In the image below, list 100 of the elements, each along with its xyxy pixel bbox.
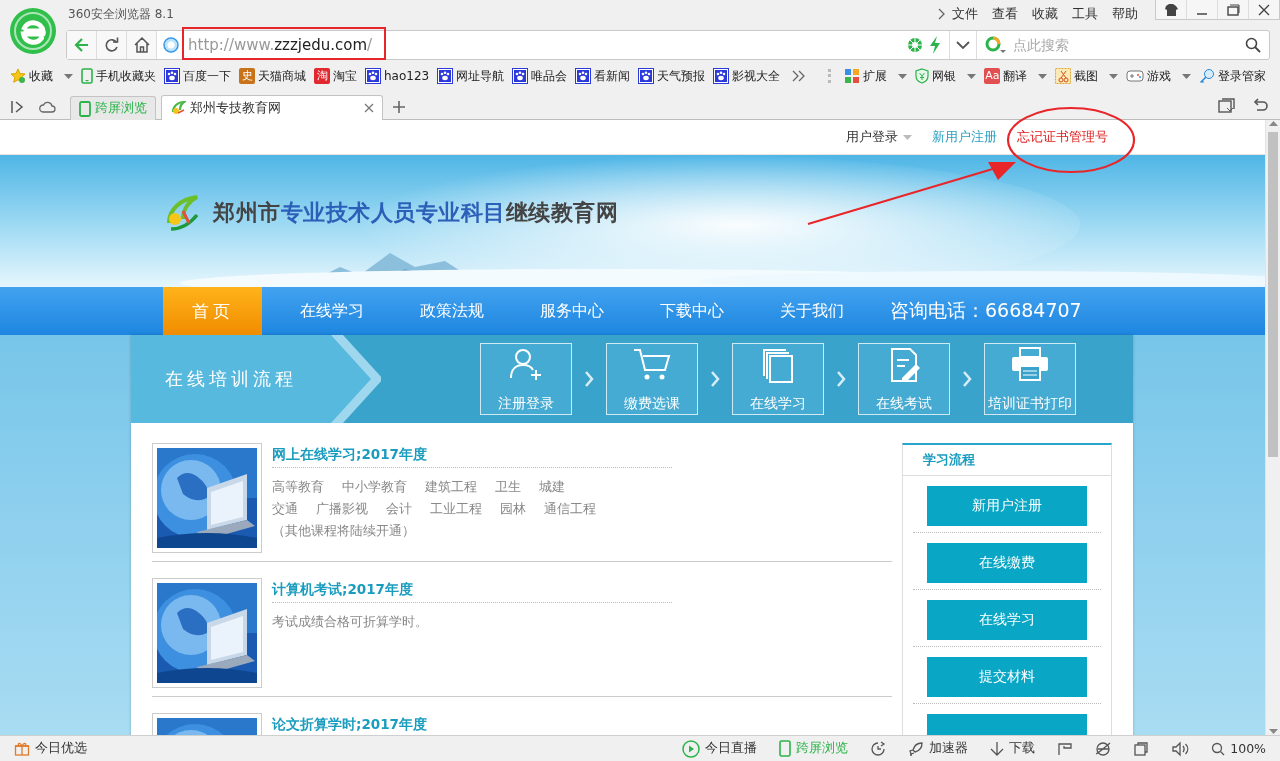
menu-item[interactable]: 帮助 (1105, 5, 1145, 23)
category-link[interactable]: 高等教育 (272, 476, 324, 498)
bookmark-link[interactable]: 手机收藏夹 (96, 67, 156, 85)
browser-engine-icon[interactable] (1095, 740, 1112, 757)
header-link[interactable]: 忘记证书管理号 (1017, 128, 1108, 146)
status-link[interactable]: 今日优选 (35, 740, 87, 757)
caret-icon[interactable] (1109, 73, 1119, 79)
speed-icon[interactable] (870, 740, 887, 757)
cloud-icon[interactable] (38, 100, 56, 114)
skin-icon[interactable] (1163, 2, 1179, 17)
status-button[interactable]: 跨屏浏览 (796, 740, 849, 757)
bookmark-link[interactable]: 收藏 (29, 67, 53, 85)
double-chevron-icon[interactable] (792, 70, 807, 82)
category-link[interactable]: 广播影视 (316, 498, 368, 520)
home-button[interactable] (127, 31, 157, 59)
sidebar-toggle-icon[interactable] (10, 100, 24, 114)
caret-icon[interactable] (1182, 73, 1192, 79)
toolbar-item[interactable]: 登录管家 (1218, 67, 1267, 85)
paw-icon (512, 68, 529, 84)
category-link[interactable]: 卫生 (495, 476, 521, 498)
window-icon[interactable] (1133, 740, 1150, 757)
sidebar-button[interactable]: 在线学习 (927, 600, 1087, 640)
article-title[interactable]: 计算机考试;2017年度 (272, 578, 672, 603)
shutter-icon[interactable] (907, 37, 923, 53)
flag-icon[interactable] (1057, 740, 1074, 757)
nav-link[interactable]: 下载中心 (632, 287, 752, 335)
menu-item[interactable]: 工具 (1065, 5, 1105, 23)
phone-icon (79, 100, 91, 117)
tab-list-icon[interactable] (1218, 98, 1236, 114)
browser-tab[interactable]: 郑州专技教育网 (161, 95, 383, 120)
bookmark-link[interactable]: 淘宝 (333, 67, 357, 85)
toolbar-item[interactable]: 翻译 (1003, 67, 1028, 85)
category-link[interactable]: 中小学教育 (342, 476, 407, 498)
scrollbar-thumb[interactable] (1268, 132, 1278, 457)
printer-icon (1010, 346, 1050, 382)
status-button[interactable]: 下载 (1009, 740, 1036, 757)
bookmark-link[interactable]: 影视大全 (732, 67, 781, 85)
bookmark-link[interactable]: 唯品会 (531, 67, 568, 85)
category-link[interactable]: 通信工程 (544, 498, 596, 520)
nav-link[interactable]: 在线学习 (272, 287, 392, 335)
sidebar-title: 学习流程 (903, 445, 1111, 476)
close-icon[interactable] (364, 103, 374, 113)
bookmark-link[interactable]: 百度一下 (183, 67, 231, 85)
search-engine-icon[interactable] (985, 36, 1009, 54)
undo-icon[interactable] (1252, 98, 1268, 114)
status-button[interactable]: 加速器 (929, 740, 969, 757)
caret-icon[interactable] (898, 73, 908, 79)
caret-icon[interactable] (64, 73, 73, 79)
globe-icon (163, 37, 179, 53)
category-link[interactable]: 工业工程 (430, 498, 482, 520)
caret-icon[interactable] (967, 73, 977, 79)
sidebar-button[interactable]: 新用户注册 (927, 486, 1087, 526)
status-button[interactable]: 100% (1230, 741, 1266, 756)
chevron-icon[interactable] (937, 8, 945, 20)
bookmark-link[interactable]: 天气预报 (657, 67, 706, 85)
category-link[interactable]: 交通 (272, 498, 298, 520)
toolbar-item[interactable]: 扩展 (863, 67, 888, 85)
maximize-icon[interactable] (1225, 2, 1241, 17)
toolbar-item[interactable]: 游戏 (1147, 67, 1172, 85)
nav-link[interactable]: 首页 (163, 287, 262, 335)
bookmark-link[interactable]: 看新闻 (594, 67, 631, 85)
header-link[interactable]: 新用户注册 (932, 128, 997, 146)
article-title[interactable]: 网上在线学习;2017年度 (272, 443, 672, 468)
step-button[interactable]: 注册登录 (480, 343, 572, 415)
refresh-button[interactable] (97, 31, 127, 59)
menu-item[interactable]: 文件 (945, 5, 985, 23)
category-link[interactable]: 建筑工程 (425, 476, 477, 498)
speaker-icon[interactable] (1171, 740, 1190, 757)
browser-tab[interactable]: 跨屏浏览 (70, 96, 156, 120)
category-link[interactable]: 园林 (500, 498, 526, 520)
nav-link[interactable]: 政策法规 (392, 287, 512, 335)
category-link[interactable]: 会计 (386, 498, 412, 520)
search-icon[interactable] (1245, 37, 1261, 53)
status-button[interactable]: 今日直播 (705, 740, 758, 757)
bookmark-link[interactable]: hao123 (384, 69, 430, 83)
sidebar-button[interactable]: 在线缴费 (927, 543, 1087, 583)
toolbar-item[interactable]: 截图 (1074, 67, 1099, 85)
toolbar-item[interactable]: 网银 (932, 67, 957, 85)
step-button[interactable]: 培训证书打印 (984, 343, 1076, 415)
nav-link[interactable]: 关于我们 (752, 287, 872, 335)
documents-icon (760, 346, 796, 384)
bookmark-link[interactable]: 天猫商城 (258, 67, 306, 85)
step-button[interactable]: 缴费选课 (606, 343, 698, 415)
gamepad-icon (1126, 69, 1145, 83)
grid-icon (844, 68, 861, 84)
plus-icon[interactable] (392, 100, 406, 114)
bookmark-link[interactable]: 网址导航 (456, 67, 505, 85)
search-field[interactable]: 点此搜索 (1011, 36, 1243, 54)
step-button[interactable]: 在线学习 (732, 343, 824, 415)
close-icon[interactable] (1256, 2, 1272, 17)
menu-item[interactable]: 查看 (985, 5, 1025, 23)
category-link[interactable]: 城建 (539, 476, 565, 498)
header-link[interactable]: 用户登录 (846, 128, 898, 146)
step-button[interactable]: 在线考试 (858, 343, 950, 415)
sidebar-button[interactable]: 提交材料 (927, 657, 1087, 697)
chevron-down-icon[interactable] (956, 40, 970, 50)
caret-icon[interactable] (1038, 73, 1048, 79)
nav-link[interactable]: 服务中心 (512, 287, 632, 335)
menu-item[interactable]: 收藏 (1025, 5, 1065, 23)
lightning-icon[interactable] (929, 36, 941, 54)
